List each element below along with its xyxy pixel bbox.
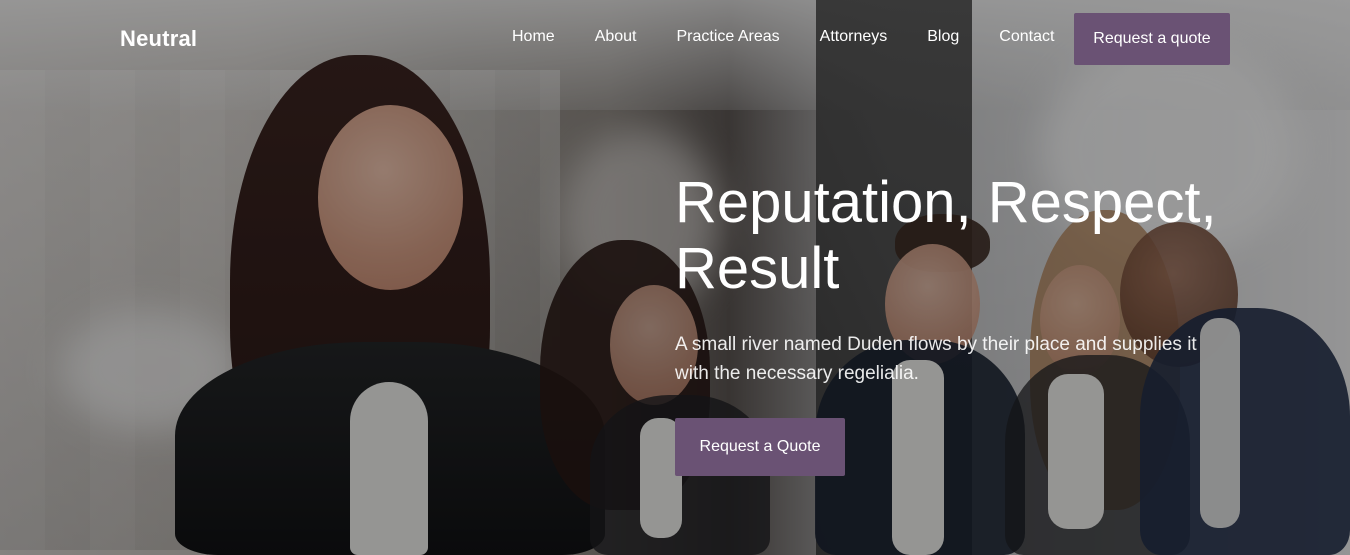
hero-content: Reputation, Respect, Result A small rive… [675,170,1235,476]
nav-link-home[interactable]: Home [512,28,555,46]
nav-link-about[interactable]: About [595,28,637,46]
request-quote-hero-button[interactable]: Request a Quote [675,418,845,476]
top-navigation: Neutral Home About Practice Areas Attorn… [0,0,1350,78]
nav-link-practice-areas[interactable]: Practice Areas [677,28,780,46]
main-nav: Home About Practice Areas Attorneys Blog… [512,28,1054,46]
hero-subtitle: A small river named Duden flows by their… [675,334,1197,384]
nav-link-contact[interactable]: Contact [999,28,1054,46]
hero-section: Neutral Home About Practice Areas Attorn… [0,0,1350,555]
hero-title: Reputation, Respect, Result [675,170,1217,301]
nav-link-attorneys[interactable]: Attorneys [820,28,888,46]
brand-logo[interactable]: Neutral [120,26,197,52]
nav-link-blog[interactable]: Blog [927,28,959,46]
request-quote-nav-button[interactable]: Request a quote [1074,13,1230,65]
